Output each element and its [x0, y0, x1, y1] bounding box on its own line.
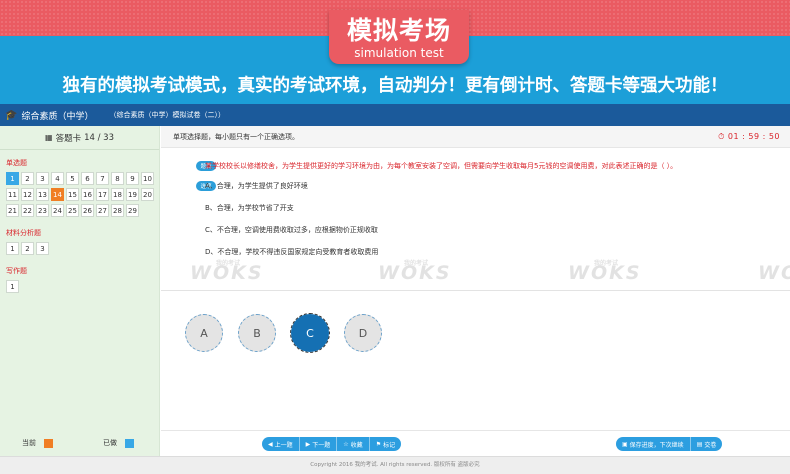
prev-button[interactable]: ◀ 上一题: [262, 437, 300, 451]
countdown-timer: ⏱ 01 : 59 : 50: [718, 132, 780, 142]
answer-option-b[interactable]: B: [238, 314, 276, 352]
question-number-button[interactable]: 5: [66, 172, 79, 185]
footer-copyright: Copyright 2016 我的考试. All rights reserved…: [0, 456, 790, 474]
question-number-button[interactable]: 8: [111, 172, 124, 185]
question-number-button[interactable]: 1: [6, 242, 19, 255]
question-type-bar: 单项选择题，每小题只有一个正确选项。 ⏱ 01 : 59 : 50: [161, 126, 790, 148]
watermark: 我的考试 WOKS: [378, 260, 452, 284]
answer-card-section-title: 材料分析题: [6, 229, 41, 237]
question-number-button[interactable]: 26: [81, 204, 94, 217]
answer-option-c[interactable]: C: [290, 313, 330, 353]
question-number-button[interactable]: 21: [6, 204, 19, 217]
answer-card-number-grid: 1 2 3 4 5 6 7 8 9 10 11 12 13 14 15 16 17 18 19 20 21 22 23 24 2…: [6, 172, 156, 220]
question-number-button[interactable]: 19: [126, 188, 139, 201]
legend-done-swatch: [125, 438, 134, 448]
option-d-text[interactable]: D、不合理，学校不得违反国家规定向受教育者收取费用: [205, 247, 378, 257]
question-number-button[interactable]: 6: [81, 172, 94, 185]
question-number-button[interactable]: 2: [21, 242, 34, 255]
question-number-button[interactable]: 2: [21, 172, 34, 185]
arrow-right-icon: ▶: [305, 440, 311, 448]
question-number-button[interactable]: 29: [126, 204, 139, 217]
question-stem: 某学校校长以修缮校舍，为学生提供更好的学习环境为由，为每个教室安装了空调，但需要…: [205, 162, 678, 170]
subject-name: 综合素质（中学）: [21, 111, 94, 122]
answer-card-legend: 当前 已做: [0, 438, 160, 448]
exam-header-bar: 🎓 综合素质（中学） （综合素质（中学）模拟试卷（二））: [0, 104, 790, 126]
paper-name: （综合素质（中学）模拟试卷（二））: [109, 111, 225, 119]
submit-exam-button[interactable]: ▤ 交卷: [691, 437, 723, 451]
question-number-button[interactable]: 16: [81, 188, 94, 201]
title-box: 模拟考场 simulation test: [329, 10, 469, 64]
question-number-button[interactable]: 22: [21, 204, 34, 217]
timer-value: 01 : 59 : 50: [727, 131, 780, 141]
bottom-toolbar: ◀ 上一题 ▶ 下一题 ☆ 收藏 ⚑ 标记 ▣ 保存进度，下次继续 ▤ 交卷: [161, 430, 790, 456]
question-number-button[interactable]: 25: [66, 204, 79, 217]
page-title: 模拟考场: [346, 16, 451, 45]
question-number-button[interactable]: 1: [6, 280, 19, 293]
answer-card-number-grid: 1: [6, 280, 156, 296]
save-progress-button[interactable]: ▣ 保存进度，下次继续: [616, 437, 691, 451]
document-icon: ▤: [696, 440, 703, 448]
answer-card-number-grid: 123: [6, 242, 156, 258]
answer-option-d[interactable]: D: [344, 314, 382, 352]
question-type-note: 单项选择题，每小题只有一个正确选项。: [173, 132, 299, 141]
question-number-button[interactable]: 18: [111, 188, 124, 201]
question-number-button[interactable]: 17: [96, 188, 109, 201]
flag-icon: ⚑: [375, 440, 382, 448]
question-number-button[interactable]: 15: [66, 188, 79, 201]
slogan: 独有的模拟考试模式，真实的考试环境，自动判分！更有倒计时、答题卡等强大功能！: [62, 76, 728, 96]
answer-card-section-title: 单选题: [6, 159, 27, 167]
submit-button-group: ▣ 保存进度，下次继续 ▤ 交卷: [616, 437, 723, 451]
question-number-button[interactable]: 14: [51, 188, 64, 201]
save-icon: ▣: [622, 440, 628, 448]
question-number-button[interactable]: 3: [36, 172, 49, 185]
question-number-button[interactable]: 23: [36, 204, 49, 217]
arrow-left-icon: ◀: [268, 440, 273, 448]
answer-card-label: 答题卡: [55, 133, 82, 144]
option-a-text[interactable]: A、合理，为学生提供了良好环境: [205, 181, 308, 191]
mark-button[interactable]: ⚑ 标记: [370, 437, 401, 451]
legend-current-swatch: [44, 438, 53, 448]
question-number-button[interactable]: 27: [96, 204, 109, 217]
option-b-text[interactable]: B、合理，为学校节省了开支: [205, 203, 294, 213]
question-number-button[interactable]: 20: [141, 188, 154, 201]
nav-button-group: ◀ 上一题 ▶ 下一题 ☆ 收藏 ⚑ 标记: [262, 437, 402, 451]
question-number-button[interactable]: 11: [6, 188, 19, 201]
watermark: 我的考试 WOKS: [568, 260, 642, 284]
clock-icon: ⏱: [718, 131, 725, 141]
answer-card-section-title: 写作题: [6, 267, 27, 275]
star-icon: ☆: [343, 440, 349, 448]
next-button[interactable]: ▶ 下一题: [300, 437, 338, 451]
question-number-button[interactable]: 1: [6, 172, 19, 185]
option-c-text[interactable]: C、不合理，空调使用费收取过多，应根据物价正规收取: [205, 225, 378, 235]
answer-card-header: ▦ 答题卡 14 / 33: [0, 126, 159, 150]
question-number-button[interactable]: 7: [96, 172, 109, 185]
watermark: WOKS: [758, 262, 790, 284]
answer-card-progress: 14 / 33: [84, 132, 114, 143]
question-number-button[interactable]: 10: [141, 172, 154, 185]
question-number-button[interactable]: 4: [51, 172, 64, 185]
grid-icon: ▦: [45, 133, 53, 142]
question-number-button[interactable]: 13: [36, 188, 49, 201]
legend-done-label: 已做: [103, 439, 117, 447]
page-subtitle: simulation test: [354, 46, 444, 60]
question-number-button[interactable]: 12: [21, 188, 34, 201]
legend-current-label: 当前: [22, 439, 36, 447]
watermark: 我的考试 WOKS: [190, 260, 264, 284]
answer-card-sidebar: ▦ 答题卡 14 / 33 单选题 1 2 3 4 5 6 7 8 9 10 11 12 13 14 15 16…: [0, 126, 160, 456]
question-number-button[interactable]: 28: [111, 204, 124, 217]
question-number-button[interactable]: 9: [126, 172, 139, 185]
answer-option-a[interactable]: A: [185, 314, 223, 352]
graduation-cap-icon: 🎓: [5, 109, 18, 121]
divider: [161, 290, 790, 291]
question-number-button[interactable]: 3: [36, 242, 49, 255]
question-number-button[interactable]: 24: [51, 204, 64, 217]
favorite-button[interactable]: ☆ 收藏: [337, 437, 370, 451]
